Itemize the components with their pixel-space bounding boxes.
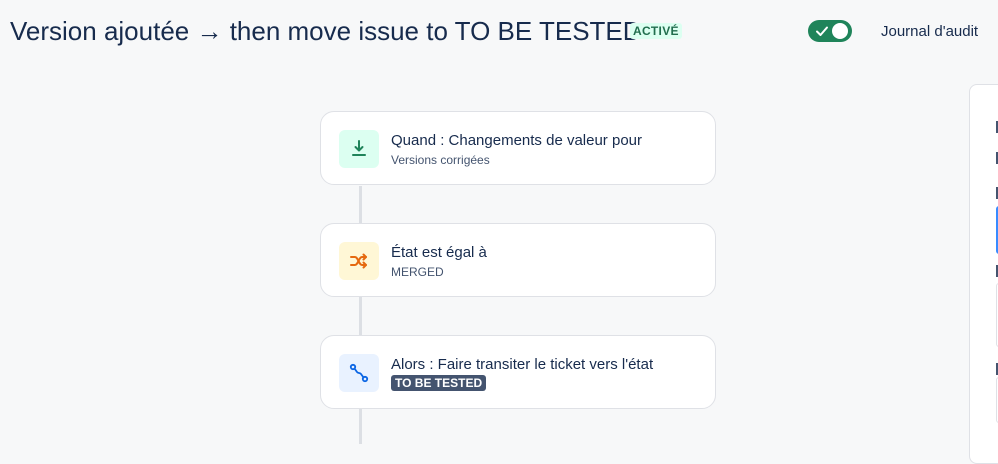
trigger-subtitle: Versions corrigées (391, 153, 490, 167)
download-arrow-icon (339, 130, 379, 168)
page-header: Version ajoutée → then move issue to TO … (0, 0, 998, 66)
condition-card[interactable]: État est égal à MERGED (320, 223, 716, 297)
status-badge: ACTIVÉ (630, 23, 682, 39)
toggle-knob (832, 23, 848, 39)
action-card[interactable]: Alors : Faire transiter le ticket vers l… (320, 335, 716, 409)
target-status-lozenge: TO BE TESTED (391, 375, 487, 391)
shuffle-icon (339, 242, 379, 280)
trigger-card[interactable]: Quand : Changements de valeur pour Versi… (320, 111, 716, 185)
audit-log-link[interactable]: Journal d'audit (881, 22, 978, 42)
action-title: Alors : Faire transiter le ticket vers l… (391, 356, 654, 373)
rule-title: Version ajoutée → then move issue to TO … (10, 16, 642, 46)
condition-title: État est égal à (391, 244, 487, 261)
transition-path-icon (339, 354, 379, 392)
details-side-panel (969, 84, 998, 464)
trigger-title: Quand : Changements de valeur pour (391, 132, 642, 149)
rule-enabled-toggle[interactable] (808, 20, 852, 42)
check-icon (814, 23, 830, 39)
condition-subtitle: MERGED (391, 265, 444, 279)
